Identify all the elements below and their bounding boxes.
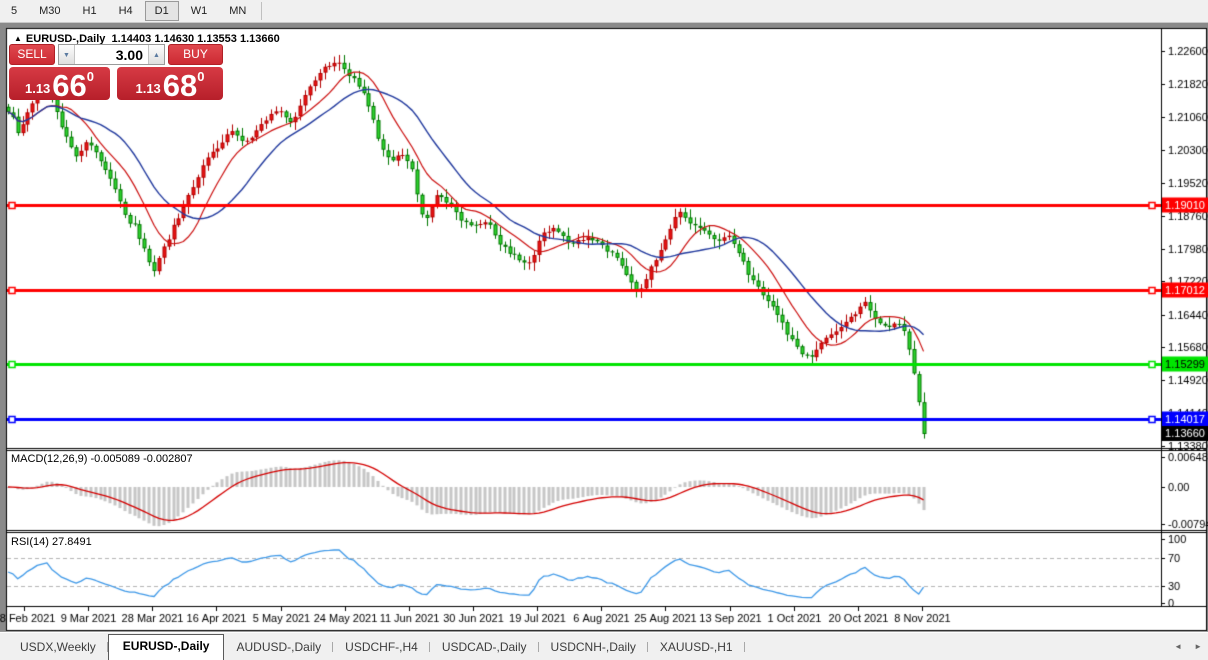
chevron-down-icon: ▼ (63, 52, 70, 59)
timeframe-button-h1[interactable]: H1 (73, 1, 107, 21)
chart-tab-usdchf-h4[interactable]: USDCHF-,H4 (333, 636, 430, 660)
sell-button[interactable]: SELL (9, 44, 55, 65)
volume-increase-button[interactable]: ▲ (148, 45, 164, 64)
volume-input[interactable] (75, 45, 148, 64)
buy-price-box[interactable]: 1.13680 (117, 67, 223, 100)
tab-scroll-right-icon[interactable]: ► (1192, 642, 1204, 651)
collapse-triangle-icon[interactable]: ▲ (14, 34, 22, 43)
buy-price-sup: 0 (197, 70, 204, 83)
chart-tab-usdx-weekly[interactable]: USDX,Weekly (8, 636, 108, 660)
volume-decrease-button[interactable]: ▼ (59, 45, 75, 64)
sell-price-big: 66 (52, 72, 86, 100)
buy-button[interactable]: BUY (168, 44, 223, 65)
sell-price-box[interactable]: 1.13660 (9, 67, 110, 100)
timeframe-toolbar: 5M30H1H4D1W1MN (0, 0, 1208, 23)
chart-tab-usdcnh-daily[interactable]: USDCNH-,Daily (539, 636, 648, 660)
chart-tab-eurusd-daily[interactable]: EURUSD-,Daily (108, 634, 225, 660)
sell-price-small: 1.13 (25, 82, 50, 95)
toolbar-separator (261, 2, 262, 20)
timeframe-button-h4[interactable]: H4 (109, 1, 143, 21)
chart-tab-bar: USDX,WeeklyEURUSD-,DailyAUDUSD-,DailyUSD… (0, 632, 1208, 660)
timeframe-button-m30[interactable]: M30 (29, 1, 70, 21)
volume-stepper: ▼ ▲ (58, 44, 165, 65)
chart-tab-usdcad-daily[interactable]: USDCAD-,Daily (430, 636, 539, 660)
buy-price-big: 68 (163, 72, 197, 100)
timeframe-button-d1[interactable]: D1 (145, 1, 179, 21)
chevron-up-icon: ▲ (153, 52, 160, 59)
macd-indicator-label: MACD(12,26,9) -0.005089 -0.002807 (11, 453, 193, 465)
timeframe-button-mn[interactable]: MN (219, 1, 256, 21)
one-click-trading-panel: SELL ▼ ▲ BUY 1.13660 1.13680 (9, 44, 223, 100)
chart-tab-xauusd-h1[interactable]: XAUUSD-,H1 (648, 636, 745, 660)
rsi-indicator-label: RSI(14) 27.8491 (11, 536, 92, 548)
timeframe-button-5[interactable]: 5 (1, 1, 27, 21)
sell-price-sup: 0 (87, 70, 94, 83)
timeframe-button-w1[interactable]: W1 (181, 1, 218, 21)
buy-price-small: 1.13 (135, 82, 160, 95)
chart-tab-audusd-daily[interactable]: AUDUSD-,Daily (224, 636, 333, 660)
tab-scroll-left-icon[interactable]: ◄ (1172, 642, 1184, 651)
